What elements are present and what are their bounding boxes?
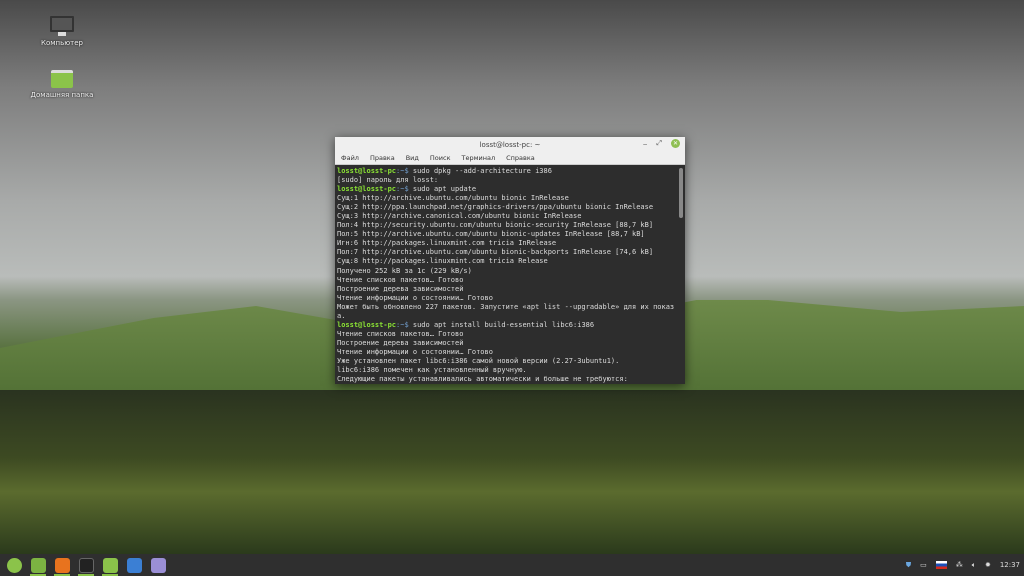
system-tray: ⛊ ▭ ⁂ 🔈︎ ✹ 12:37: [906, 554, 1020, 576]
shield-icon[interactable]: ⛊: [906, 561, 911, 570]
line-text: Следующие пакеты устанавливались автомат…: [337, 375, 628, 384]
menu-item[interactable]: Поиск: [430, 154, 451, 162]
desktop-icon-computer[interactable]: Компьютер: [27, 16, 97, 47]
line-text: Сущ:8 http://packages.linuxmint.com tric…: [337, 257, 548, 266]
desktop-icon-label: Компьютер: [41, 39, 83, 47]
line-text: Пол:5 http://archive.ubuntu.com/ubuntu b…: [337, 230, 645, 239]
terminal-line: Чтение списков пакетов… Готово: [337, 330, 675, 339]
terminal-line: Чтение информации о состоянии… Готово: [337, 294, 675, 303]
menu-item[interactable]: Терминал: [462, 154, 496, 162]
menu-item[interactable]: Правка: [370, 154, 395, 162]
terminal-line: Пол:4 http://security.ubuntu.com/ubuntu …: [337, 221, 675, 230]
line-text: sudo apt install build-essential libc6:i…: [412, 320, 595, 329]
terminal-line: [sudo] пароль для losst:: [337, 176, 675, 185]
terminal-line: Построение дерева зависимостей: [337, 285, 675, 294]
terminal-line: Получено 252 kB за 1с (229 kB/s): [337, 267, 675, 276]
keyboard-icon[interactable]: ▭: [920, 561, 927, 569]
line-text: Чтение информации о состоянии… Готово: [337, 293, 493, 302]
firefox-launcher[interactable]: [52, 555, 72, 576]
text-editor-icon: [150, 557, 166, 573]
menu-bar: Файл Правка Вид Поиск Терминал Справка: [335, 152, 685, 165]
firefox-icon: [54, 557, 70, 573]
home-folder-icon: [51, 70, 73, 88]
terminal-line: Пол:7 http://archive.ubuntu.com/ubuntu b…: [337, 248, 675, 257]
volume-icon[interactable]: 🔈︎: [972, 561, 976, 570]
mint-menu-icon: [6, 557, 22, 573]
terminal-line: Игн:6 http://packages.linuxmint.com tric…: [337, 239, 675, 248]
mint-menu-launcher[interactable]: [4, 555, 24, 575]
terminal-line: Следующие пакеты устанавливались автомат…: [337, 375, 675, 384]
files-launcher[interactable]: [100, 555, 120, 576]
terminal-line: Построение дерева зависимостей: [337, 339, 675, 348]
screenshot-icon: [126, 557, 142, 573]
line-text: Пол:7 http://archive.ubuntu.com/ubuntu b…: [337, 248, 654, 257]
terminal-line: Сущ:2 http://ppa.launchpad.net/graphics-…: [337, 203, 675, 212]
computer-icon: [27, 16, 97, 36]
terminal-line: losst@losst-pc:~$ sudo apt update: [337, 185, 675, 194]
terminal-window[interactable]: losst@losst-pc: ~ ‒ ⤢ ✕ Файл Правка Вид Пои…: [335, 137, 685, 384]
menu-item[interactable]: Справка: [506, 154, 535, 162]
prompt-path: :~$: [396, 185, 413, 194]
terminal-line: losst@losst-pc:~$ sudo apt install build…: [337, 321, 675, 330]
title-bar[interactable]: losst@losst-pc: ~ ‒ ⤢ ✕: [335, 137, 685, 152]
prompt-user: losst@losst-pc: [337, 320, 397, 329]
clock[interactable]: 12:37: [1000, 561, 1020, 569]
terminal-line: Уже установлен пакет libc6:i386 самой но…: [337, 357, 675, 366]
prompt-path: :~$: [396, 167, 413, 175]
line-text: sudo dpkg --add-architecture i386: [412, 167, 552, 175]
line-text: [sudo] пароль для losst:: [337, 176, 439, 185]
terminal-line: Чтение списков пакетов… Готово: [337, 276, 675, 285]
maximize-button[interactable]: ⤢: [656, 139, 662, 148]
line-text: Построение дерева зависимостей: [337, 338, 464, 347]
show-desktop-launcher[interactable]: [28, 555, 48, 576]
line-text: Построение дерева зависимостей: [337, 284, 464, 293]
line-text: Сущ:3 http://archive.canonical.com/ubunt…: [337, 212, 582, 221]
prompt-path: :~$: [396, 320, 413, 329]
prompt-user: losst@losst-pc: [337, 185, 397, 194]
desktop-icon-home[interactable]: Домашняя папка: [27, 70, 97, 99]
terminal-line: Может быть обновлено 227 пакетов. Запуст…: [337, 303, 675, 312]
terminal-line: Сущ:3 http://archive.canonical.com/ubunt…: [337, 212, 675, 221]
wallpaper-field: [0, 390, 1024, 560]
network-icon[interactable]: ⁂: [956, 561, 963, 569]
terminal-icon: [78, 557, 94, 573]
taskbar: ⛊ ▭ ⁂ 🔈︎ ✹ 12:37: [0, 554, 1024, 576]
show-desktop-icon: [30, 557, 46, 573]
line-text: Сущ:1 http://archive.ubuntu.com/ubuntu b…: [337, 194, 569, 203]
menu-item[interactable]: Файл: [341, 154, 359, 162]
terminal-output[interactable]: losst@losst-pc:~$ sudo dpkg --add-archit…: [335, 166, 677, 384]
line-text: Чтение списков пакетов… Готово: [337, 329, 464, 338]
minimize-button[interactable]: ‒: [643, 140, 647, 148]
prompt-user: losst@losst-pc: [337, 167, 397, 175]
line-text: Игн:6 http://packages.linuxmint.com tric…: [337, 239, 557, 248]
terminal-line: losst@losst-pc:~$ sudo dpkg --add-archit…: [337, 167, 675, 176]
desktop-icon-label: Домашняя папка: [30, 91, 94, 99]
terminal-launcher[interactable]: [76, 555, 96, 576]
terminal-line: Сущ:1 http://archive.ubuntu.com/ubuntu b…: [337, 194, 675, 203]
line-text: Получено 252 kB за 1с (229 kB/s): [337, 266, 472, 275]
window-title: losst@losst-pc: ~: [479, 140, 541, 149]
brightness-icon[interactable]: ✹: [985, 561, 991, 569]
line-text: Чтение информации о состоянии… Готово: [337, 347, 493, 356]
terminal-line: Пол:5 http://archive.ubuntu.com/ubuntu b…: [337, 230, 675, 239]
terminal-line: а.: [337, 312, 675, 321]
line-text: Пол:4 http://security.ubuntu.com/ubuntu …: [337, 221, 654, 230]
scrollbar[interactable]: [679, 168, 683, 218]
language-flag-icon[interactable]: [935, 561, 947, 569]
line-text: Сущ:2 http://ppa.launchpad.net/graphics-…: [337, 203, 654, 212]
line-text: а.: [337, 311, 346, 320]
menu-item[interactable]: Вид: [406, 154, 419, 162]
line-text: Может быть обновлено 227 пакетов. Запуст…: [337, 302, 675, 311]
text-editor-launcher[interactable]: [148, 555, 168, 575]
line-text: Уже установлен пакет libc6:i386 самой но…: [337, 356, 620, 365]
screenshot-launcher[interactable]: [124, 555, 144, 575]
line-text: sudo apt update: [412, 185, 477, 194]
terminal-line: Сущ:8 http://packages.linuxmint.com tric…: [337, 257, 675, 266]
line-text: Чтение списков пакетов… Готово: [337, 275, 464, 284]
line-text: libc6:i386 помечен как установленный вру…: [337, 366, 527, 375]
close-button[interactable]: ✕: [671, 139, 680, 148]
files-icon: [102, 557, 118, 573]
terminal-line: libc6:i386 помечен как установленный вру…: [337, 366, 675, 375]
terminal-line: Чтение информации о состоянии… Готово: [337, 348, 675, 357]
